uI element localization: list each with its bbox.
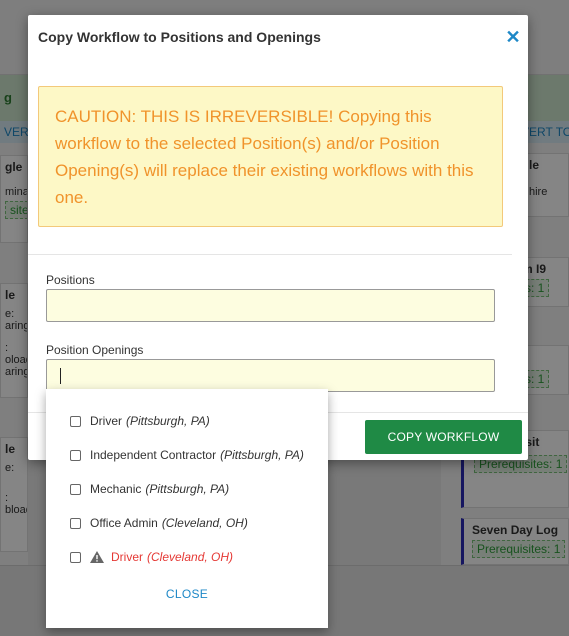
opening-option[interactable]: Independent Contractor (Pittsburgh, PA) (70, 445, 304, 465)
option-location: (Pittsburgh, PA) (126, 414, 210, 428)
option-name: Driver (111, 550, 143, 564)
option-name: Office Admin (90, 516, 158, 530)
opening-option[interactable]: Driver (Pittsburgh, PA) (70, 411, 210, 431)
opening-option[interactable]: Office Admin (Cleveland, OH) (70, 513, 248, 533)
option-location: (Cleveland, OH) (147, 550, 234, 564)
warning-icon (90, 551, 104, 563)
position-openings-label: Position Openings (46, 343, 144, 357)
option-location: (Pittsburgh, PA) (220, 448, 304, 462)
option-name: Independent Contractor (90, 448, 217, 462)
option-location: (Pittsburgh, PA) (145, 482, 230, 496)
opening-option[interactable]: Driver (Cleveland, OH) (70, 547, 233, 567)
close-icon[interactable]: ✕ (503, 27, 523, 47)
option-name: Mechanic (90, 482, 142, 496)
position-openings-input[interactable] (46, 359, 495, 392)
checkbox[interactable] (70, 483, 81, 495)
checkbox[interactable] (70, 449, 81, 461)
positions-label: Positions (46, 273, 95, 287)
option-location: (Cleveland, OH) (161, 516, 248, 530)
dropdown-close-button[interactable]: CLOSE (46, 587, 328, 601)
checkbox[interactable] (70, 551, 81, 563)
dialog-title: Copy Workflow to Positions and Openings (38, 29, 321, 45)
option-name: Driver (90, 414, 122, 428)
position-openings-dropdown: Driver (Pittsburgh, PA) Independent Cont… (46, 389, 328, 628)
caution-alert: CAUTION: THIS IS IRREVERSIBLE! Copying t… (38, 86, 503, 227)
checkbox[interactable] (70, 415, 81, 427)
opening-option[interactable]: Mechanic (Pittsburgh, PA) (70, 479, 229, 499)
positions-input[interactable] (46, 289, 495, 322)
copy-workflow-button[interactable]: COPY WORKFLOW (365, 420, 522, 454)
checkbox[interactable] (70, 517, 81, 529)
divider (28, 254, 512, 255)
